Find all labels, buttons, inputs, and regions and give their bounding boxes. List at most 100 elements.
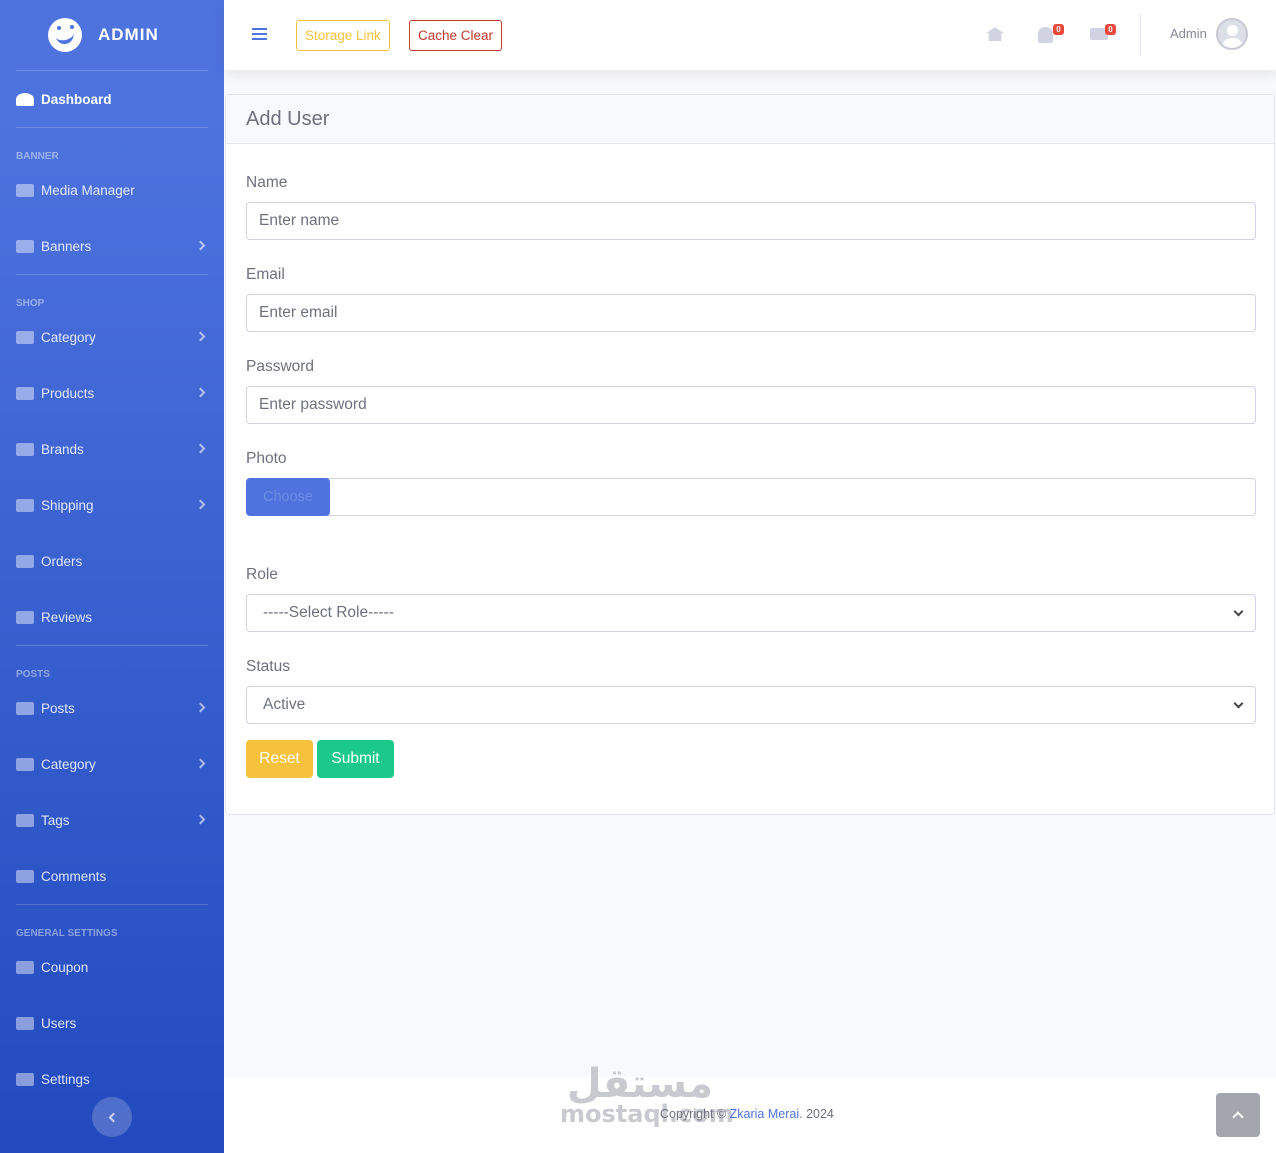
chart-area-icon [16, 183, 34, 197]
chevron-right-icon [195, 499, 206, 510]
choose-photo-button[interactable]: Choose [246, 478, 330, 516]
chevron-right-icon [195, 758, 206, 769]
table-icon [16, 442, 34, 456]
sidebar-item-label: Category [41, 329, 96, 345]
sidebar-item-reviews[interactable]: Reviews [0, 589, 224, 645]
sitemap-icon [16, 330, 34, 344]
page-title: Add User [226, 95, 1274, 144]
sidebar-item-shop-category[interactable]: Category [0, 309, 224, 365]
sidebar-item-products[interactable]: Products [0, 365, 224, 421]
sidebar-item-dashboard[interactable]: Dashboard [0, 71, 224, 127]
chevron-right-icon [195, 443, 206, 454]
author-link[interactable]: Zkaria Merai [730, 1107, 799, 1121]
chevron-right-icon [195, 387, 206, 398]
status-select[interactable]: Active [246, 686, 1256, 724]
tags-icon [16, 813, 34, 827]
submit-button[interactable]: Submit [317, 740, 394, 778]
laughing-face-icon [48, 18, 82, 52]
sidebar-item-posts[interactable]: Posts [0, 680, 224, 736]
sidebar-item-label: Category [41, 756, 96, 772]
notifications-badge: 0 [1053, 24, 1064, 35]
sidebar-item-label: Settings [41, 1071, 90, 1087]
sidebar-item-label: Comments [41, 868, 107, 884]
hamburger-menu-icon[interactable] [252, 28, 267, 40]
copyright-year: . 2024 [799, 1107, 834, 1121]
sidebar-item-label: Posts [41, 700, 75, 716]
sidebar-heading-shop: SHOP [16, 298, 45, 309]
tachometer-icon [16, 92, 34, 106]
chevron-right-icon [195, 814, 206, 825]
comments-icon [16, 610, 34, 624]
sidebar-item-users[interactable]: Users [0, 995, 224, 1051]
sidebar-item-post-category[interactable]: Category [0, 736, 224, 792]
reset-button[interactable]: Reset [246, 740, 313, 778]
cache-clear-button[interactable]: Cache Clear [409, 20, 503, 51]
photo-file-input[interactable]: Choose [246, 478, 1256, 516]
sidebar: ADMIN Dashboard BANNER Media Manager Ban… [0, 0, 224, 1153]
hammer-icon [16, 554, 34, 568]
copyright-prefix: Copyright © [660, 1107, 730, 1121]
sidebar-item-label: Orders [41, 553, 83, 569]
sidebar-item-orders[interactable]: Orders [0, 533, 224, 589]
password-field[interactable] [246, 386, 1256, 424]
sidebar-toggle-button[interactable] [92, 1097, 132, 1137]
topbar: Storage Link Cache Clear 0 0 Admin [224, 0, 1276, 70]
chevron-right-icon [195, 240, 206, 251]
topbar-divider [1140, 14, 1141, 56]
image-icon [16, 239, 34, 253]
sidebar-item-shipping[interactable]: Shipping [0, 477, 224, 533]
chevron-right-icon [195, 331, 206, 342]
add-user-card: Add User Name Email Password Photo Choos… [225, 94, 1275, 815]
folder-icon [16, 701, 34, 715]
sidebar-item-label: Shipping [41, 497, 94, 513]
scroll-to-top-button[interactable] [1216, 1093, 1260, 1137]
messages-badge: 0 [1105, 24, 1116, 35]
sidebar-item-banners[interactable]: Banners [0, 218, 224, 274]
sidebar-item-label: Products [41, 385, 95, 401]
name-label: Name [246, 174, 288, 191]
comments-icon [16, 869, 34, 883]
footer: مستقل mostaql.com Copyright © Zkaria Mer… [224, 1061, 1276, 1153]
sidebar-item-media-manager[interactable]: Media Manager [0, 162, 224, 218]
sitemap-icon [16, 757, 34, 771]
chevron-down-icon [1233, 698, 1244, 709]
sidebar-item-tags[interactable]: Tags [0, 792, 224, 848]
sidebar-item-label: Tags [41, 812, 70, 828]
storage-link-button[interactable]: Storage Link [296, 20, 390, 51]
user-name[interactable]: Admin [1170, 26, 1207, 41]
brand-name: ADMIN [98, 25, 159, 44]
brand[interactable]: ADMIN [0, 0, 224, 70]
photo-label: Photo [246, 450, 287, 467]
truck-icon [16, 498, 34, 512]
email-label: Email [246, 266, 285, 283]
sidebar-item-label: Reviews [41, 609, 93, 625]
cog-icon [16, 1072, 34, 1086]
chevron-left-icon [108, 1112, 119, 1122]
sidebar-item-comments[interactable]: Comments [0, 848, 224, 904]
password-label: Password [246, 358, 315, 375]
sidebar-heading-banner: BANNER [16, 151, 59, 162]
chevron-up-icon [1232, 1111, 1244, 1123]
sidebar-item-label: Dashboard [41, 91, 112, 107]
sidebar-item-brands[interactable]: Brands [0, 421, 224, 477]
status-selected-value: Active [263, 696, 306, 713]
sidebar-heading-general-settings: GENERAL SETTINGS [16, 928, 118, 939]
role-selected-value: -----Select Role----- [263, 604, 394, 621]
sidebar-item-coupon[interactable]: Coupon [0, 939, 224, 995]
copyright: Copyright © Zkaria Merai. 2024 [660, 1107, 834, 1121]
sidebar-heading-posts: POSTS [16, 669, 50, 680]
role-select[interactable]: -----Select Role----- [246, 594, 1256, 632]
sidebar-item-label: Coupon [41, 959, 89, 975]
name-field[interactable] [246, 202, 1256, 240]
sidebar-item-label: Brands [41, 441, 84, 457]
avatar[interactable] [1216, 18, 1248, 50]
email-field[interactable] [246, 294, 1256, 332]
sidebar-item-label: Media Manager [41, 182, 135, 198]
sidebar-item-label: Banners [41, 238, 92, 254]
cubes-icon [16, 386, 34, 400]
users-icon [16, 1016, 34, 1030]
home-icon[interactable] [986, 27, 1004, 41]
chevron-right-icon [195, 702, 206, 713]
table-icon [16, 960, 34, 974]
bell-icon[interactable] [1038, 27, 1053, 43]
